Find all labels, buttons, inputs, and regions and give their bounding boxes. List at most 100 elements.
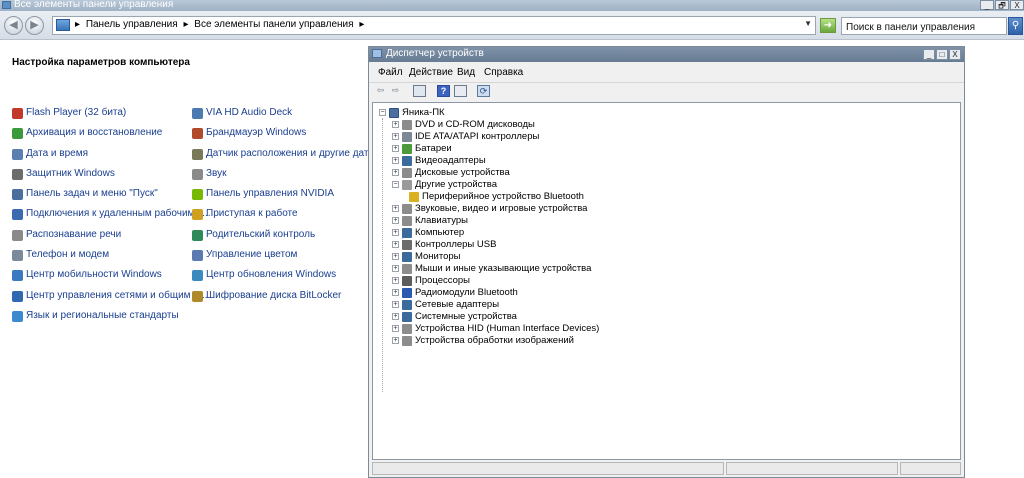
collapse-icon[interactable]: − [392,181,399,188]
globe-icon [12,310,23,322]
expand-icon[interactable]: + [392,325,399,332]
computer-icon [389,108,399,118]
tree-node-label: IDE ATA/ATAPI контроллеры [415,131,540,142]
cp-right-item-label[interactable]: Брандмауэр Windows [206,127,306,138]
collapse-icon[interactable]: − [379,109,386,116]
expand-icon[interactable]: + [392,205,399,212]
taskbar-icon [12,189,23,201]
imaging-icon [402,336,412,346]
cp-right-item-label[interactable]: Панель управления NVIDIA [206,188,334,199]
expand-icon[interactable]: + [392,301,399,308]
cp-right-item-label[interactable]: Датчик расположения и другие датч... [206,148,382,159]
cp-right-item-label[interactable]: Центр обновления Windows [206,269,336,280]
cpu-icon [402,276,412,286]
dm-minimize-button[interactable]: _ [923,49,935,60]
cp-left-item-label[interactable]: Дата и время [26,148,88,159]
menu-file[interactable]: Файл [378,67,403,78]
minimize-button[interactable]: _ [980,0,994,10]
network-icon [12,290,23,302]
menu-action[interactable]: Действие [409,67,453,78]
speaker-icon [192,168,203,180]
cp-left-item-label[interactable]: Центр управления сетями и общим д... [26,290,207,301]
dm-close-button[interactable]: X [949,49,961,60]
menu-help[interactable]: Справка [484,67,523,78]
ide-icon [402,132,412,142]
control-panel-icon [56,19,70,31]
mouse-icon [402,264,412,274]
tree-node-label: Батареи [415,143,452,154]
tree-node-label: Системные устройства [415,311,517,322]
expand-icon[interactable]: + [392,241,399,248]
tree-node-label: Сетевые адаптеры [415,299,500,310]
bluetooth-icon [402,288,412,298]
cp-left-item-label[interactable]: Центр мобильности Windows [26,269,162,280]
device-manager-icon [372,49,382,58]
cp-right-item-label[interactable]: Шифрование диска BitLocker [206,290,341,301]
expand-icon[interactable]: + [392,337,399,344]
cp-right-item-label[interactable]: VIA HD Audio Deck [206,107,292,118]
breadcrumb-control-panel[interactable]: Панель управления [86,19,178,30]
tree-node-label: Дисковые устройства [415,167,510,178]
display-adapter-icon [402,156,412,166]
back-arrow-icon[interactable]: ⇦ [374,85,387,97]
search-input[interactable] [841,17,1007,35]
refresh-button[interactable]: ➜ [820,18,836,33]
expand-icon[interactable]: + [392,229,399,236]
menu-view[interactable]: Вид [457,67,475,78]
breadcrumb-all-items[interactable]: Все элементы панели управления [194,19,353,30]
cp-right-item-label[interactable]: Управление цветом [206,249,297,260]
cp-left-item-label[interactable]: Телефон и модем [26,249,109,260]
expand-icon[interactable]: + [392,313,399,320]
cp-left-item-label[interactable]: Архивация и восстановление [26,127,162,138]
hid-icon [402,324,412,334]
search-icon[interactable]: ⚲ [1008,17,1023,35]
address-bar[interactable]: ▸ Панель управления ▸ Все элементы панел… [52,16,816,35]
expand-icon[interactable]: + [392,289,399,296]
color-icon [192,250,203,262]
expand-icon[interactable]: + [392,145,399,152]
cp-right-item-label[interactable]: Родительский контроль [206,229,315,240]
expand-icon[interactable]: + [392,253,399,260]
toolbar: ⇦ ⇨ ? ⟳ [369,82,964,101]
firewall-icon [192,128,203,140]
device-tree: − Яника-ПК + DVD и CD-ROM дисководы + IDE A… [372,102,961,460]
address-dropdown-icon[interactable]: ▼ [804,19,812,28]
other-devices-icon [402,180,412,190]
back-button[interactable]: ◀ [4,16,23,35]
nvidia-icon [192,189,203,201]
restore-button[interactable]: 🗗 [995,0,1009,10]
cp-left-item-label[interactable]: Защитник Windows [26,168,115,179]
expand-icon[interactable]: + [392,217,399,224]
expand-icon[interactable]: + [392,169,399,176]
bitlocker-icon [192,290,203,302]
breadcrumb-separator-icon: ▸ [359,19,365,30]
control-panel-icon [2,1,11,9]
cp-right-item-label[interactable]: Приступая к работе [206,208,298,219]
tree-node-label: Звуковые, видео и игровые устройства [415,203,588,214]
forward-button[interactable]: ▶ [25,16,44,35]
cp-left-item-label[interactable]: Распознавание речи [26,229,121,240]
cp-left-item-label[interactable]: Язык и региональные стандарты [26,310,179,321]
dm-maximize-button[interactable]: □ [936,49,948,60]
cp-left-item-label[interactable]: Панель задач и меню "Пуск" [26,188,158,199]
expand-icon[interactable]: + [392,265,399,272]
expand-icon[interactable]: + [392,277,399,284]
backup-icon [12,128,23,140]
scan-hardware-icon[interactable]: ⟳ [477,85,490,97]
warning-device-icon [409,192,419,202]
view-icon[interactable] [454,85,467,97]
battery-icon [402,144,412,154]
forward-arrow-icon[interactable]: ⇨ [389,85,402,97]
expand-icon[interactable]: + [392,133,399,140]
expand-icon[interactable]: + [392,157,399,164]
device-manager-window: Диспетчер устройств _ □ X Файл Действие … [368,46,965,478]
cp-right-item-label[interactable]: Звук [206,168,227,179]
cp-left-item-label[interactable]: Flash Player (32 бита) [26,107,126,118]
defender-icon [12,168,23,180]
expand-icon[interactable]: + [392,121,399,128]
cp-left-item-label[interactable]: Подключения к удаленным рабочим с... [26,208,211,219]
tree-node-label: Мониторы [415,251,461,262]
close-button[interactable]: X [1010,0,1024,10]
help-icon[interactable]: ? [437,85,450,97]
properties-icon[interactable] [413,85,426,97]
